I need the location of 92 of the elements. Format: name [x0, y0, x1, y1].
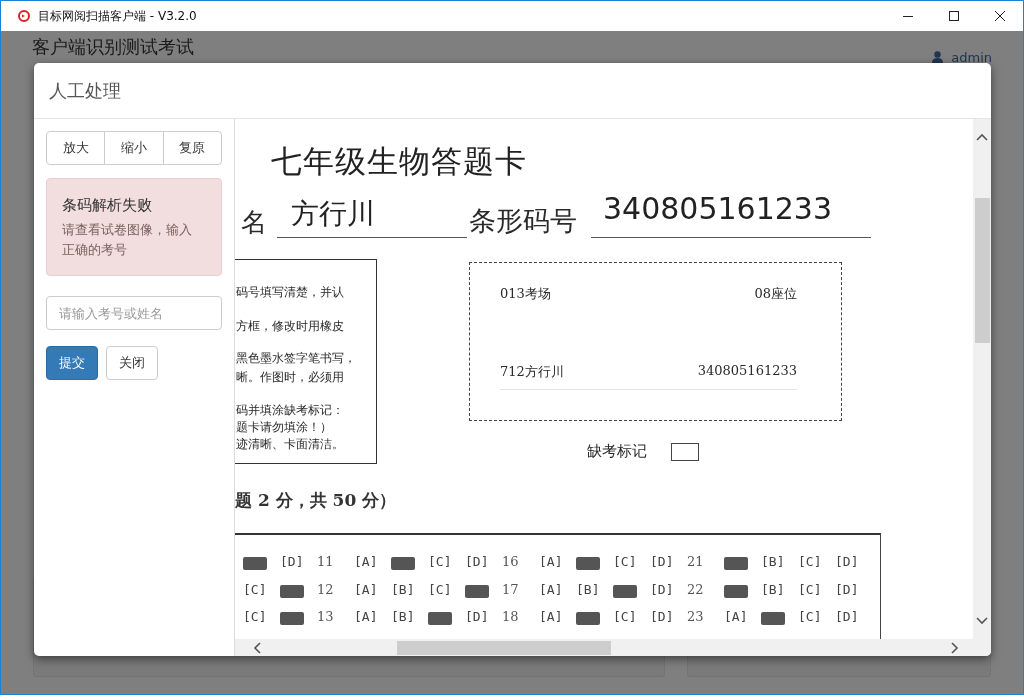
answer-option: [C]: [613, 609, 650, 637]
answer-option: [D]: [650, 581, 687, 609]
question-number: 23: [687, 609, 705, 626]
answer-option: [A]: [724, 609, 761, 637]
instruction-line: 黑色墨水签字笔书写，: [236, 350, 356, 367]
search-field[interactable]: 请输入考号或姓名: [46, 296, 222, 330]
answer-option: [D]: [835, 609, 872, 637]
filled-bubble: [280, 612, 304, 625]
question-number: 17: [502, 581, 520, 599]
instruction-line: 方框，修改时用橡皮: [236, 318, 344, 335]
answer-option: [C]: [428, 581, 465, 609]
answer-option: [B]: [576, 581, 613, 609]
filled-bubble: [428, 612, 452, 625]
question-number: 13: [317, 609, 335, 626]
answer-option: [C]: [798, 609, 835, 637]
scroll-right-icon: [951, 641, 959, 654]
zoom-button[interactable]: 复原: [162, 131, 222, 165]
submit-button[interactable]: 提交: [46, 346, 98, 380]
user-icon: [932, 51, 944, 63]
question-number: 11: [317, 554, 335, 571]
answer-option: [C]: [798, 554, 835, 582]
barcode-label: 条形码号: [469, 204, 577, 238]
dialog-title: 人工处理: [49, 78, 121, 103]
student-number: 340805161233: [697, 363, 797, 380]
answer-option: [C]: [613, 554, 650, 582]
sheet-title: 七年级生物答题卡: [271, 142, 527, 181]
scrollbar-thumb[interactable]: [397, 641, 611, 655]
answer-option: [D]: [465, 609, 502, 637]
seat-number: 08座位: [754, 285, 797, 303]
close-dialog-button[interactable]: 关闭: [106, 346, 158, 380]
exam-room: 013考场: [500, 285, 551, 303]
alert-message: 请查看试卷图像，输入正确的考号: [62, 221, 193, 259]
close-icon: [995, 11, 1005, 21]
scrollbar-thumb[interactable]: [975, 198, 990, 343]
filled-bubble: [391, 557, 415, 570]
instruction-line: 码号填写清楚，并认: [236, 284, 344, 301]
answer-option: [D]: [465, 554, 502, 582]
scroll-up-icon: [976, 133, 988, 141]
answer-option: [B]: [761, 554, 798, 582]
question-number: 16: [502, 554, 520, 571]
answer-option: [C]: [243, 581, 280, 609]
instruction-line: 迹清晰、卡面清洁。: [236, 436, 344, 453]
answer-option: [A]: [354, 609, 391, 637]
answer-option: [C]: [798, 581, 835, 609]
filled-bubble: [465, 584, 489, 598]
answer-option: [D]: [835, 581, 872, 609]
instruction-line: 题卡请勿填涂！）: [236, 419, 332, 436]
vertical-scrollbar[interactable]: [973, 119, 991, 639]
question-number: 18: [502, 609, 520, 626]
student-name: 712方行川: [500, 363, 564, 381]
answer-option: [D]: [650, 554, 687, 582]
filled-bubble: [576, 612, 600, 625]
answer-option: [A]: [354, 581, 391, 609]
page-title: 客户端识别测试考试: [32, 35, 194, 59]
zoom-button[interactable]: 放大: [46, 131, 106, 165]
maximize-icon: [949, 11, 959, 21]
answer-option: [D]: [280, 554, 317, 582]
scroll-left-icon: [253, 641, 261, 654]
window-title: 目标网阅扫描客户端 - V3.2.0: [38, 7, 197, 25]
instruction-line: 码并填涂缺考标记：: [236, 402, 344, 419]
answer-option: [D]: [835, 554, 872, 582]
handwritten-name: 方行川: [291, 196, 375, 232]
answer-option: [A]: [354, 554, 391, 582]
instruction-line: 晰。作图时，必须用: [236, 369, 344, 386]
filled-bubble: [724, 557, 748, 570]
section-heading: 题 2 分，共 50 分）: [235, 489, 397, 512]
question-number: 22: [687, 581, 705, 599]
app-logo-icon: [18, 10, 30, 22]
answer-option: [A]: [539, 581, 576, 609]
filled-bubble: [613, 584, 637, 598]
absent-label: 缺考标记: [587, 442, 647, 461]
filled-bubble: [576, 557, 600, 570]
question-number: 12: [317, 581, 335, 599]
scroll-down-icon: [976, 617, 988, 625]
horizontal-scrollbar[interactable]: [235, 639, 973, 656]
answer-option: [B]: [761, 581, 798, 609]
handwritten-number: 340805161233: [603, 191, 833, 226]
answer-option: [C]: [243, 609, 280, 637]
filled-bubble: [724, 584, 748, 598]
answer-option: [B]: [391, 609, 428, 637]
filled-bubble: [280, 584, 304, 598]
answer-option: [C]: [428, 554, 465, 582]
question-number: 21: [687, 554, 705, 571]
answer-option: [A]: [539, 554, 576, 582]
zoom-button[interactable]: 缩小: [104, 131, 164, 165]
filled-bubble: [243, 557, 267, 570]
answer-option: [B]: [391, 581, 428, 609]
name-label: 名: [241, 206, 267, 239]
answer-option: [D]: [650, 609, 687, 637]
answer-option: [A]: [539, 609, 576, 637]
filled-bubble: [761, 612, 785, 625]
alert-title: 条码解析失败: [62, 196, 153, 215]
